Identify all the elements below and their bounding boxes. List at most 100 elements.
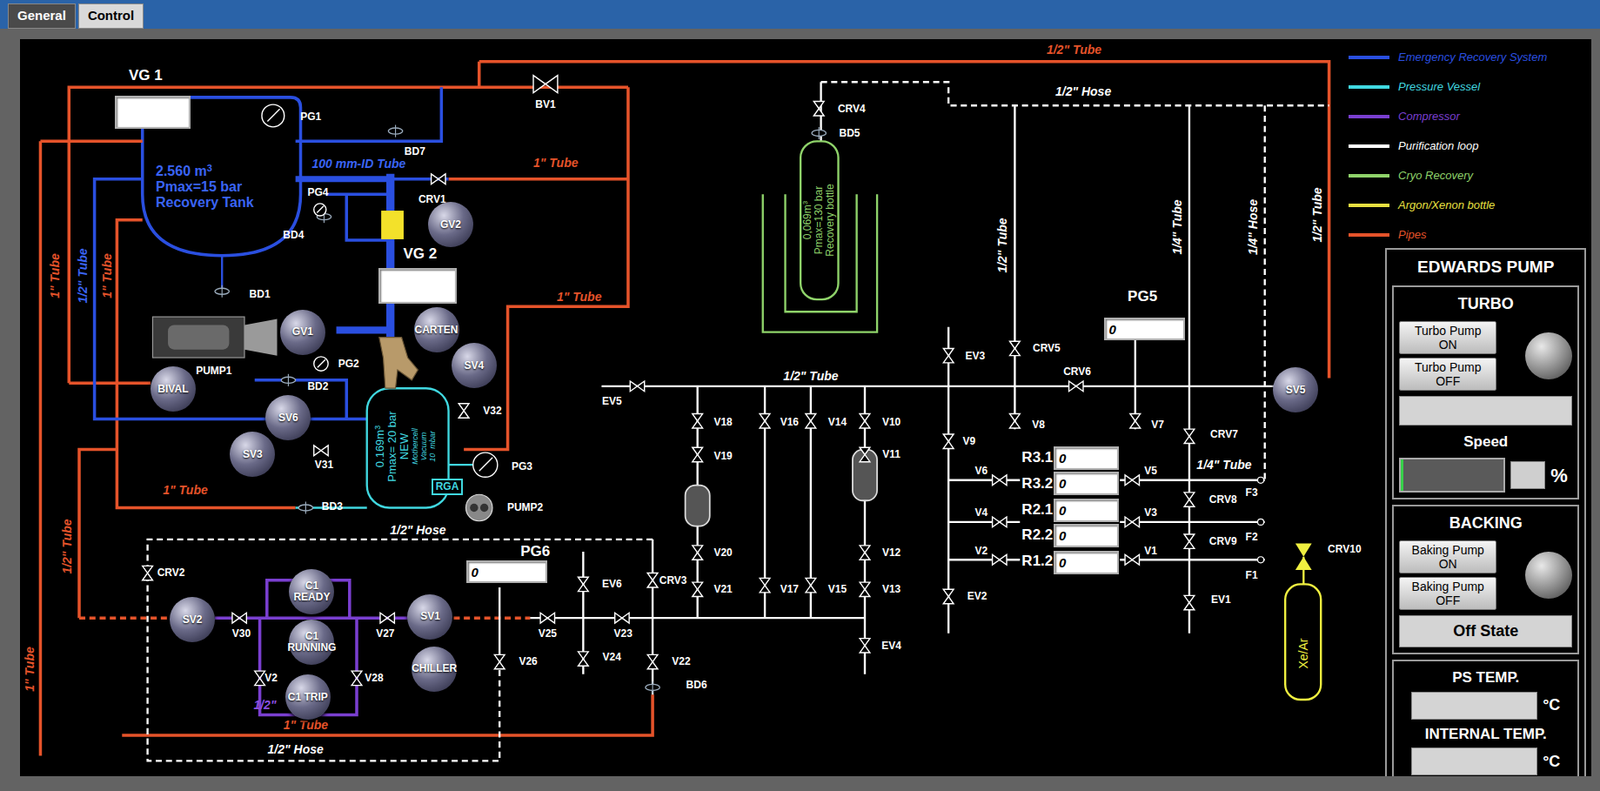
status-sphere[interactable]: SV2 [169, 596, 215, 643]
pipe-label: 1/2" [253, 695, 276, 714]
pump-button[interactable]: Baking Pump OFF [1399, 576, 1497, 610]
gv2-valve-body [381, 210, 404, 240]
pump-button[interactable]: Baking Pump ON [1399, 540, 1497, 574]
status-sphere[interactable]: SV3 [229, 431, 275, 477]
status-sphere[interactable]: SV5 [1272, 367, 1319, 413]
status-lamp [1525, 551, 1573, 599]
status-sphere[interactable]: GV1 [280, 309, 326, 355]
section-title: TURBO [1399, 292, 1573, 316]
status-sphere[interactable]: SV1 [407, 594, 453, 640]
status-lamp [1525, 332, 1573, 380]
status-sphere[interactable]: CHILLER [411, 646, 457, 692]
display-label: VG 1 [128, 64, 163, 88]
status-sphere[interactable]: SV6 [265, 394, 311, 441]
panel-title: EDWARDS PUMP [1392, 254, 1580, 281]
valve-icon [254, 670, 266, 685]
speed-label: Speed [1399, 430, 1573, 454]
component-tag: CRV8 [1209, 494, 1238, 505]
burst-disk-icon [388, 125, 402, 138]
component-tag: V30 [232, 628, 251, 639]
component-tag: EV3 [964, 350, 985, 362]
valve-icon [533, 75, 558, 94]
tab[interactable]: Control [78, 3, 144, 29]
tab[interactable]: General [7, 3, 76, 29]
component-tag: V32 [482, 405, 502, 416]
status-sphere[interactable]: BIVAL [150, 366, 196, 412]
valve-icon [859, 545, 871, 560]
component-tag: BD1 [249, 288, 271, 300]
mothercell-text: 0.169m3Pmax= 20 barNEWMothercellVacuum10… [374, 410, 437, 482]
pipe-label: 1/2" Hose [389, 521, 446, 540]
valve-icon [1124, 475, 1139, 486]
component-tag: CRV10 [1327, 543, 1361, 555]
burst-disk-icon [645, 681, 660, 694]
pipe [214, 580, 409, 716]
pressure-gauge-icon [473, 452, 498, 477]
rga-box: RGA [431, 478, 464, 496]
legend-item: Cryo Recovery [1348, 167, 1547, 186]
component-tag: V24 [602, 651, 622, 663]
status-sphere[interactable]: GV2 [428, 201, 474, 248]
component-tag: V12 [882, 547, 901, 558]
component-tag: PG1 [300, 111, 322, 122]
pipe [948, 105, 1190, 634]
pipe-label: 1" Tube [556, 287, 603, 306]
filter-icon [1258, 476, 1265, 483]
valve-icon [647, 654, 658, 669]
valve-icon [943, 434, 954, 449]
component-tag: V21 [713, 583, 732, 595]
valve-icon [647, 573, 658, 588]
display-label: VG 2 [402, 243, 437, 267]
component-tag: CRV3 [659, 575, 688, 586]
component-tag: EV2 [967, 590, 988, 602]
filter-icon [1258, 556, 1265, 563]
component-tag: V22 [671, 656, 690, 667]
crv10-valve [1295, 543, 1313, 557]
readout-field [114, 95, 191, 130]
valve-icon [759, 414, 770, 429]
speed-unit: % [1550, 461, 1568, 490]
status-sphere[interactable]: C1 READY [288, 569, 335, 615]
status-sphere[interactable]: CARTEN [414, 307, 460, 353]
temperature-box: PS TEMP.°CINTERNAL TEMP.°C [1392, 659, 1580, 777]
pressure-gauge-icon [261, 104, 285, 128]
status-sphere[interactable]: C1 TRIP [285, 674, 331, 720]
status-sphere[interactable]: SV4 [451, 342, 497, 389]
valve-icon [692, 545, 703, 560]
pipe [40, 140, 142, 756]
pipe [79, 449, 117, 619]
pipe-label: 1/2" Tube [993, 217, 1012, 273]
component-tag: V1 [1144, 545, 1158, 556]
pipe-label: 1/2" Tube [73, 248, 92, 304]
section-title: BACKING [1399, 511, 1573, 536]
recovery-tank-text: 2.560 m3Pmax=15 barRecovery Tank [155, 163, 255, 211]
pipe [448, 177, 629, 181]
valve-icon [943, 589, 954, 603]
component-tag: V11 [882, 448, 901, 460]
temperature-field [1411, 747, 1538, 776]
temperature-field [1411, 691, 1538, 720]
legend-item: Argon/Xenon bottle [1348, 196, 1547, 215]
pump-button[interactable]: Turbo Pump ON [1399, 321, 1497, 355]
pipe-label: 1" Tube [20, 646, 39, 692]
component-tag: V17 [780, 583, 799, 595]
pipe [116, 220, 295, 509]
valve-icon [992, 554, 1007, 565]
component-tag: V13 [882, 583, 901, 595]
pipe-diagram [20, 39, 1592, 777]
gas-bottle-shape [1285, 583, 1321, 700]
valve-icon [1184, 428, 1195, 443]
display-label: R3.1 [1021, 446, 1053, 469]
valve-icon [1184, 595, 1195, 610]
status-sphere[interactable]: C1 RUNNING [288, 619, 335, 665]
pipe-label: 1/2" Tube [1307, 187, 1326, 242]
component-tag: BD7 [404, 146, 426, 157]
pump-button[interactable]: Turbo Pump OFF [1399, 357, 1497, 391]
backing-box: BACKINGBaking Pump ONBaking Pump OFFOff … [1392, 504, 1580, 655]
pipe [336, 326, 391, 334]
component-tag: V4 [974, 507, 988, 518]
component-tag: V2 [974, 545, 988, 556]
pipe [601, 385, 1316, 388]
valve-icon [142, 565, 154, 580]
display-label: PG6 [520, 540, 550, 563]
